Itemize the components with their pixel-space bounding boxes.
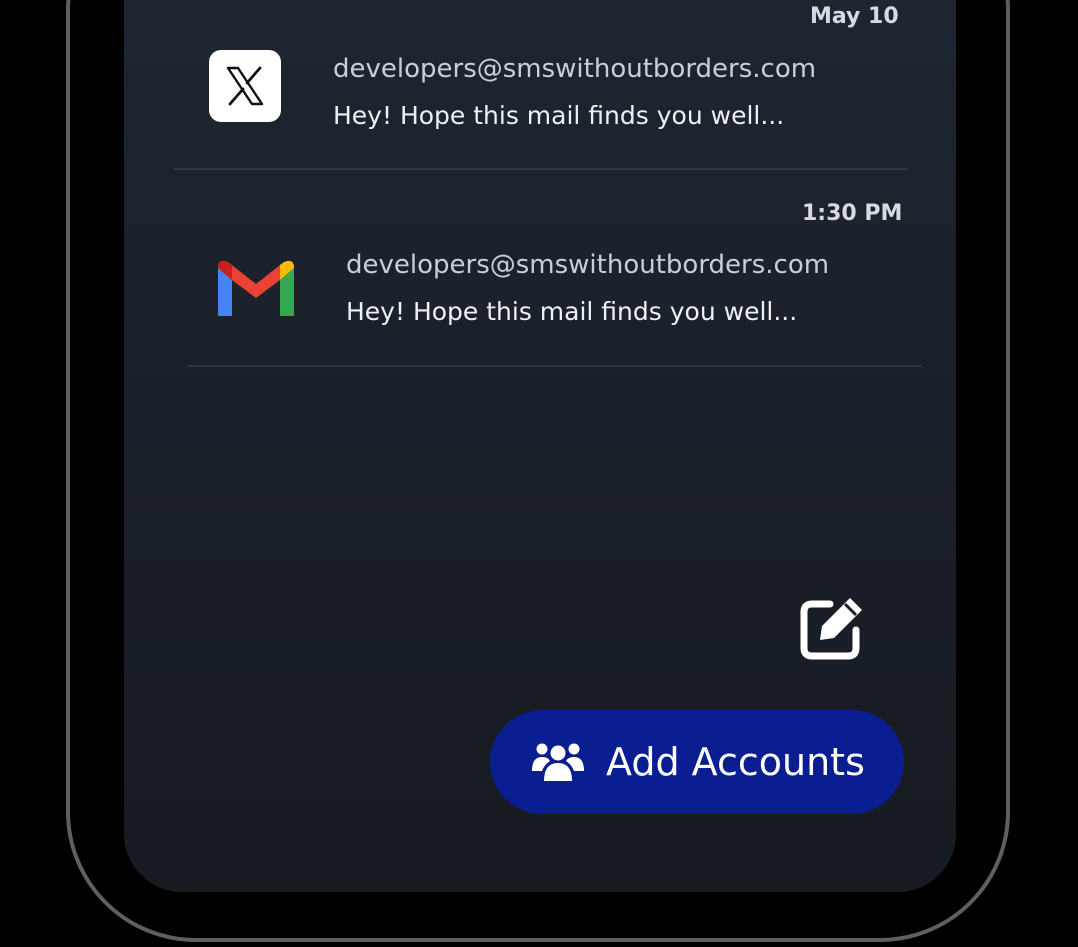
compose-edit-icon [800,598,862,660]
message-sender: developers@smswithoutborders.com [346,250,830,280]
add-accounts-button[interactable]: Add Accounts [490,710,904,814]
message-time: 1:30 PM [802,201,903,226]
message-item-x[interactable]: May 10 developers@smswithoutborders.com … [124,0,956,158]
message-snippet: Hey! Hope this mail finds you well... [346,297,798,326]
compose-button[interactable] [798,592,868,662]
message-snippet: Hey! Hope this mail finds you well... [333,101,785,130]
message-time: May 10 [810,4,899,29]
add-accounts-label: Add Accounts [606,740,865,784]
users-group-icon [532,743,584,781]
x-logo-icon [209,50,281,122]
message-sender: developers@smswithoutborders.com [333,54,817,84]
gmail-logo-icon [216,256,296,322]
message-item-gmail[interactable]: 1:30 PM developers@smswithoutborders.com… [124,158,956,356]
message-divider [187,365,921,367]
app-screen: May 10 developers@smswithoutborders.com … [124,0,956,892]
